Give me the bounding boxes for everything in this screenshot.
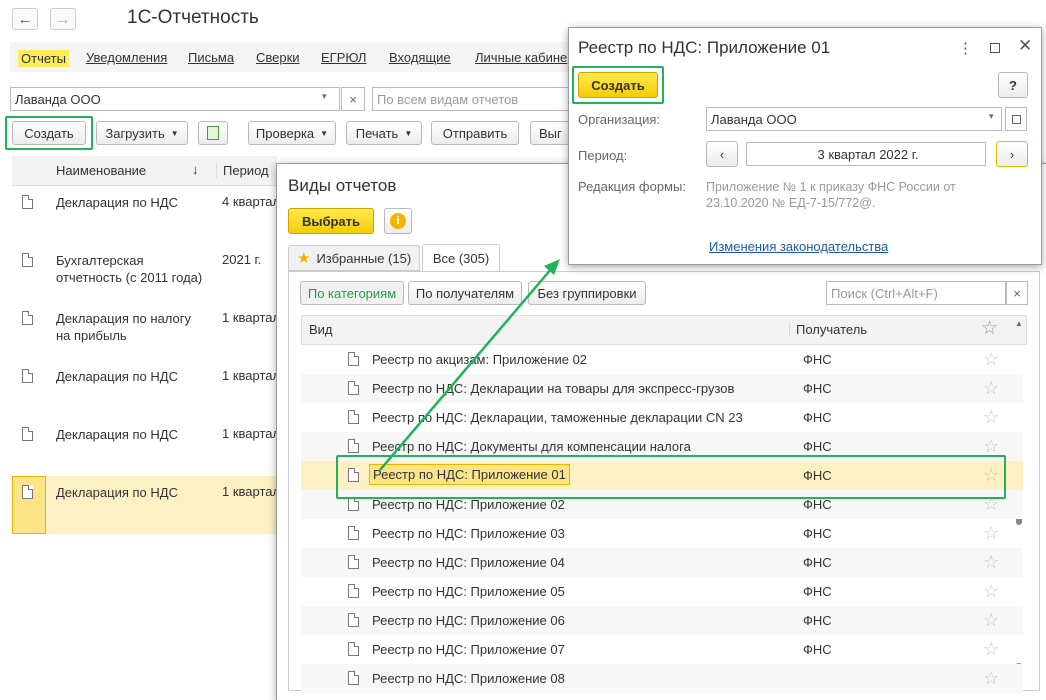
annotation-arrow xyxy=(379,259,560,471)
